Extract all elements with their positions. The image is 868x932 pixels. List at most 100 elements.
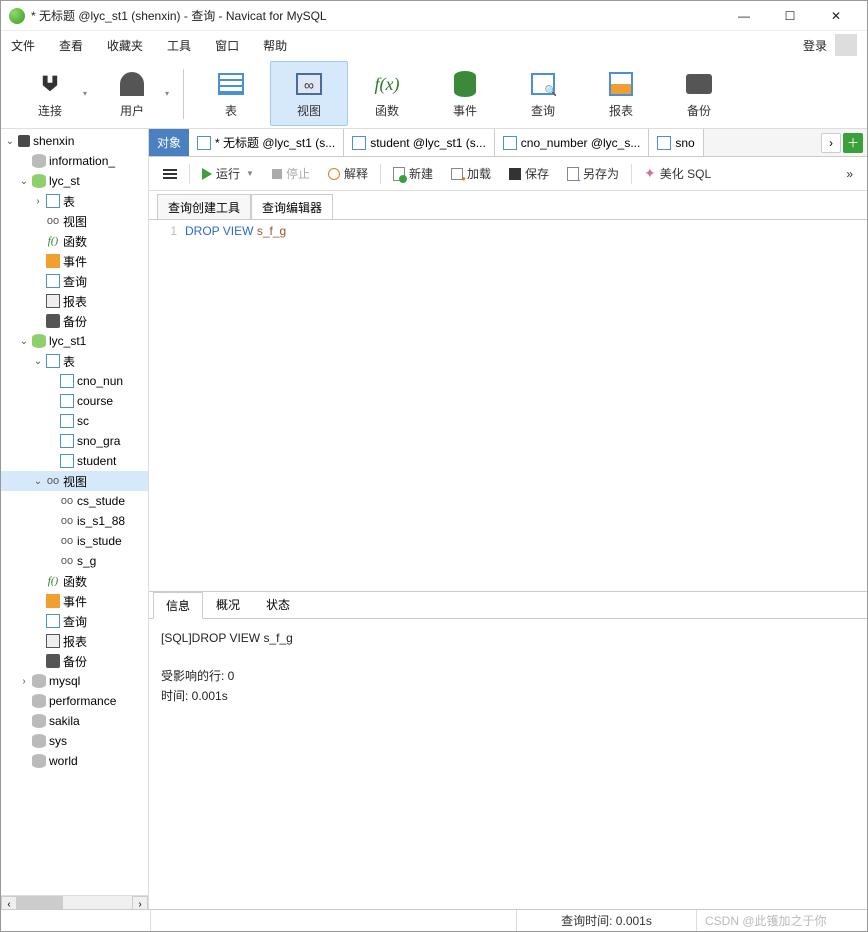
tree-item[interactable]: course [1,391,148,411]
editor-tab[interactable]: cno_number @lyc_s... [495,129,650,156]
tree-item[interactable]: 事件 [1,251,148,271]
tree-item[interactable]: 报表 [1,631,148,651]
table-icon [503,136,517,150]
result-tab-status[interactable]: 状态 [253,591,303,618]
tab-objects[interactable]: 对象 [149,129,189,156]
menu-tools[interactable]: 工具 [167,37,191,54]
menu-help[interactable]: 帮助 [263,37,287,54]
subtab-builder[interactable]: 查询创建工具 [157,194,251,220]
beautify-button[interactable]: ✦美化 SQL [638,162,717,185]
toolbar-overflow-button[interactable]: » [840,164,859,184]
expand-icon[interactable]: ⌄ [19,336,29,347]
expand-icon[interactable]: › [19,676,29,687]
tree-item[interactable]: world [1,751,148,771]
tree-item[interactable]: ⌄lyc_st1 [1,331,148,351]
scroll-right-icon[interactable]: › [132,896,148,909]
minimize-button[interactable]: ― [721,1,767,31]
avatar-icon[interactable] [835,34,857,56]
toolbar-query[interactable]: 查询 [504,61,582,126]
toolbar-report[interactable]: 报表 [582,61,660,126]
tree-item[interactable]: 查询 [1,611,148,631]
tree-item[interactable]: ›表 [1,191,148,211]
toolbar-plug[interactable]: 连接 [11,61,89,126]
tree-item[interactable]: ⌄lyc_st [1,171,148,191]
sql-code[interactable]: DROP VIEW s_f_g [185,224,867,587]
editor-tab[interactable]: * 无标题 @lyc_st1 (s... [189,129,344,156]
tree-item[interactable]: ⌄shenxin [1,131,148,151]
tree-item[interactable]: performance [1,691,148,711]
expand-icon[interactable]: ⌄ [5,136,15,147]
sql-editor[interactable]: 1 DROP VIEW s_f_g [149,220,867,591]
dropdown-icon[interactable]: ▾ [83,89,87,98]
save-button[interactable]: 保存 [503,162,555,185]
login-link[interactable]: 登录 [803,37,827,54]
tree-item[interactable]: ⌄oo视图 [1,471,148,491]
tree-label: sakila [49,714,80,728]
new-button[interactable]: 新建 [387,162,439,185]
editor-tab[interactable]: sno [649,129,703,156]
tree-item[interactable]: student [1,451,148,471]
tree-item[interactable]: oois_stude [1,531,148,551]
database-icon [32,714,46,728]
tree-item[interactable]: information_ [1,151,148,171]
toolbar-view[interactable]: 视图 [270,61,348,126]
table-icon [60,414,74,428]
tree-item[interactable]: 查询 [1,271,148,291]
sidebar-scrollbar[interactable]: ‹ › [1,895,148,909]
expand-icon[interactable]: ⌄ [33,476,43,487]
result-tab-info[interactable]: 信息 [153,592,203,619]
main-panel: 对象 * 无标题 @lyc_st1 (s...student @lyc_st1 … [149,129,867,909]
tree-item[interactable]: sys [1,731,148,751]
tree-item[interactable]: oo视图 [1,211,148,231]
close-button[interactable]: ✕ [813,1,859,31]
tree-item[interactable]: sakila [1,711,148,731]
tree-item[interactable]: 报表 [1,291,148,311]
expand-icon[interactable]: ⌄ [19,176,29,187]
tree-item[interactable]: ⌄表 [1,351,148,371]
toolbar-backup[interactable]: 备份 [660,61,738,126]
dropdown-icon[interactable]: ▾ [165,89,169,98]
tree-item[interactable]: 事件 [1,591,148,611]
tree-item[interactable]: 备份 [1,651,148,671]
expand-icon[interactable]: › [33,196,43,207]
editor-tab[interactable]: student @lyc_st1 (s... [344,129,495,156]
save-as-button[interactable]: 另存为 [561,162,625,185]
run-icon [202,168,212,180]
scroll-left-icon[interactable]: ‹ [1,896,17,909]
tab-overflow-button[interactable]: › [821,133,841,153]
tree-item[interactable]: ›mysql [1,671,148,691]
menu-view[interactable]: 查看 [59,37,83,54]
expand-icon[interactable]: ⌄ [33,356,43,367]
object-tree[interactable]: ⌄shenxininformation_⌄lyc_st›表oo视图f()函数事件… [1,129,148,895]
explain-button[interactable]: 解释 [322,162,374,185]
menu-favorites[interactable]: 收藏夹 [107,37,143,54]
menu-window[interactable]: 窗口 [215,37,239,54]
tree-item[interactable]: sc [1,411,148,431]
tree-item[interactable]: 备份 [1,311,148,331]
toolbar-table[interactable]: 表 [192,61,270,126]
stop-button[interactable]: 停止 [266,162,316,185]
tree-item[interactable]: oocs_stude [1,491,148,511]
tree-item[interactable]: f()函数 [1,571,148,591]
run-button[interactable]: 运行▼ [196,162,260,185]
result-tab-profile[interactable]: 概况 [203,591,253,618]
maximize-button[interactable]: ☐ [767,1,813,31]
toolbar-fx[interactable]: f(x)函数 [348,61,426,126]
subtab-editor[interactable]: 查询编辑器 [251,194,333,220]
query-icon [46,614,60,628]
tree-item[interactable]: sno_gra [1,431,148,451]
event-icon [46,594,60,608]
tree-item[interactable]: oos_g [1,551,148,571]
tree-item[interactable]: f()函数 [1,231,148,251]
toolbar-user[interactable]: 用户 [93,61,171,126]
toolbar-db[interactable]: 事件 [426,61,504,126]
menu-file[interactable]: 文件 [11,37,35,54]
tree-item[interactable]: cno_nun [1,371,148,391]
main-toolbar: 连接▾用户▾表视图f(x)函数事件查询报表备份 [1,59,867,129]
load-button[interactable]: 加载 [445,162,497,185]
menu-toggle-button[interactable] [157,166,183,182]
tree-item[interactable]: oois_s1_88 [1,511,148,531]
new-tab-button[interactable]: ＋ [843,133,863,153]
tree-label: student [77,454,116,468]
database-icon [32,334,46,348]
